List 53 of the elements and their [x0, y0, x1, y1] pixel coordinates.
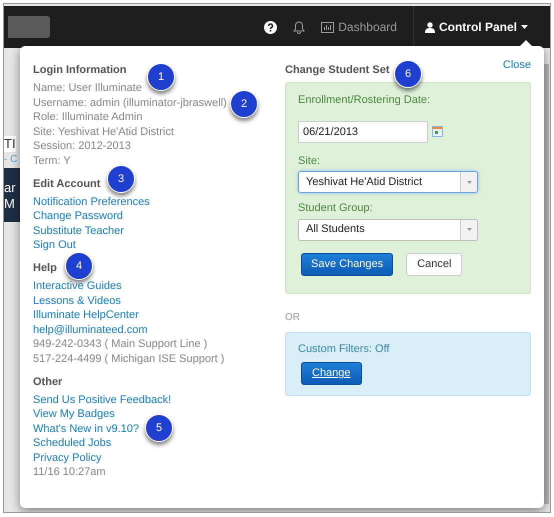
- page-text-fragment: TI: [4, 136, 16, 152]
- bell-icon[interactable]: [293, 20, 306, 34]
- select-field[interactable]: All Students: [298, 218, 478, 240]
- section-heading: Help: [33, 260, 57, 276]
- bar-chart-icon: [321, 22, 334, 32]
- caret-icon: [521, 25, 528, 29]
- menu-link[interactable]: What's New in v9.10?: [33, 422, 140, 436]
- menu-link[interactable]: help@illuminateed.com: [33, 322, 148, 338]
- section-heading: Login Information: [33, 63, 126, 78]
- menu-link[interactable]: Interactive Guides: [33, 278, 122, 294]
- info-text: Username: admin (illuminator-jbraswell): [33, 96, 227, 110]
- dashboard-link[interactable]: Dashboard: [321, 18, 397, 36]
- info-text: Site: Yeshivat He'Atid District: [33, 124, 174, 140]
- menu-link[interactable]: Notification Preferences: [33, 194, 150, 210]
- info-text: Name: User Illuminate: [33, 81, 142, 96]
- field-label: Enrollment/Rostering Date:: [298, 93, 432, 108]
- section-heading: Edit Account: [33, 176, 100, 192]
- section-heading: Change Student Set: [285, 63, 390, 78]
- menu-link[interactable]: Send Us Positive Feedback!: [33, 392, 172, 408]
- save-changes-button[interactable]: Save Changes: [301, 252, 394, 276]
- or-divider-text: OR: [285, 310, 301, 324]
- menu-link[interactable]: Change Password: [33, 209, 123, 224]
- info-text: 517-224-4499 ( Michigan ISE Support ): [33, 352, 224, 366]
- menu-link[interactable]: Lessons & Videos: [33, 294, 121, 308]
- info-text: Session: 2012-2013: [33, 139, 131, 154]
- control-panel-menu[interactable]: Control Panel: [424, 18, 528, 36]
- info-text: 949-242-0343 ( Main Support Line ): [33, 337, 208, 352]
- page-text-fragment: M: [4, 196, 15, 212]
- menu-link[interactable]: Scheduled Jobs: [33, 436, 112, 451]
- change-button[interactable]: Change: [301, 362, 362, 385]
- cancel-button[interactable]: Cancel: [406, 252, 462, 276]
- menu-link[interactable]: View My Badges: [33, 407, 115, 422]
- field-label: Student Group:: [298, 201, 374, 216]
- menu-link[interactable]: Sign Out: [33, 238, 76, 253]
- help-icon[interactable]: [264, 20, 278, 34]
- date-field[interactable]: 06/21/2013: [298, 120, 428, 142]
- calendar-icon[interactable]: [432, 126, 443, 137]
- info-text: Role: Illuminate Admin: [33, 110, 142, 125]
- dropdown-arrow-icon: [466, 180, 472, 184]
- close-link[interactable]: Close: [502, 57, 531, 74]
- info-text: Term: Y: [33, 154, 71, 169]
- section-heading: Other: [33, 374, 62, 390]
- page-text-fragment: ar: [4, 180, 16, 196]
- dropdown-arrow-icon: [466, 228, 472, 231]
- field-label: Site:: [298, 154, 322, 168]
- info-text: 11/16 10:27am: [33, 465, 106, 480]
- page-text-fragment: - C: [4, 153, 18, 167]
- custom-filters-status: Custom Filters: Off: [298, 342, 390, 356]
- menu-link[interactable]: Substitute Teacher: [33, 224, 124, 238]
- user-icon: [424, 22, 435, 32]
- select-field[interactable]: Yeshivat He'Atid District: [298, 171, 478, 193]
- menu-link[interactable]: Privacy Policy: [33, 450, 102, 466]
- menu-link[interactable]: Illuminate HelpCenter: [33, 308, 139, 323]
